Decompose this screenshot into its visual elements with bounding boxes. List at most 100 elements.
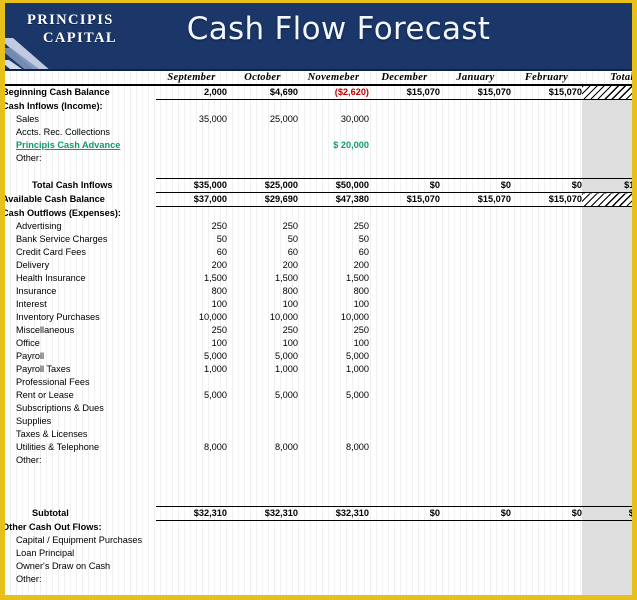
cell-other-cash-out-flows-total[interactable] [582,520,632,534]
cell-blank-september[interactable] [156,493,227,507]
cell-miscellaneous-september[interactable]: 250 [156,324,227,337]
cell-loan-principal-february[interactable] [511,547,582,560]
cell-insurance-january[interactable] [440,285,511,298]
cell-other-september[interactable] [156,454,227,467]
cell-payroll-january[interactable] [440,350,511,363]
cell-owner-s-draw-on-cash-september[interactable] [156,560,227,573]
cell-other-total[interactable] [582,454,632,467]
cell-blank-february[interactable] [511,467,582,480]
cell-supplies-december[interactable] [369,415,440,428]
cell-subscriptions-dues-october[interactable] [227,402,298,415]
cell-rent-or-lease-january[interactable] [440,389,511,402]
cell-cash-outflows-expenses-novemeber[interactable] [298,207,369,221]
cell-payroll-taxes-october[interactable]: 1,000 [227,363,298,376]
cell-supplies-novemeber[interactable] [298,415,369,428]
cell-blank-february[interactable] [511,586,582,595]
cell-other-cash-out-flows-december[interactable] [369,521,440,535]
cell-other-january[interactable] [440,454,511,467]
cell-total-cash-inflows-novemeber[interactable]: $50,000 [298,178,369,193]
cell-blank-september[interactable] [156,480,227,493]
cell-utilities-telephone-october[interactable]: 8,000 [227,441,298,454]
cell-inventory-purchases-novemeber[interactable]: 10,000 [298,311,369,324]
cell-owner-s-draw-on-cash-december[interactable] [369,560,440,573]
cell-office-december[interactable] [369,337,440,350]
cell-other-cash-out-flows-february[interactable] [511,521,582,535]
cell-other-novemeber[interactable] [298,454,369,467]
cell-capital-equipment-purchases-february[interactable] [511,534,582,547]
cell-cash-outflows-expenses-february[interactable] [511,207,582,221]
cell-delivery-february[interactable] [511,259,582,272]
cell-other-cash-out-flows-september[interactable] [156,521,227,535]
cell-other-cash-out-flows-january[interactable] [440,521,511,535]
cell-principis-cash-advance-september[interactable] [156,139,227,152]
cell-miscellaneous-total[interactable]: 750 [582,324,632,337]
cell-bank-service-charges-novemeber[interactable]: 50 [298,233,369,246]
cell-credit-card-fees-january[interactable] [440,246,511,259]
cell-capital-equipment-purchases-total[interactable]: 0 [582,534,632,547]
cell-blank-october[interactable] [227,586,298,595]
cell-blank-novemeber[interactable] [298,467,369,480]
cell-miscellaneous-novemeber[interactable]: 250 [298,324,369,337]
cell-available-cash-balance-september[interactable]: $37,000 [156,192,227,207]
cell-bank-service-charges-september[interactable]: 50 [156,233,227,246]
cell-cash-outflows-expenses-december[interactable] [369,207,440,221]
cell-delivery-october[interactable]: 200 [227,259,298,272]
cell-subtotal-january[interactable]: $0 [440,506,511,521]
cell-sales-january[interactable] [440,113,511,126]
cell-sales-december[interactable] [369,113,440,126]
cell-advertising-february[interactable] [511,220,582,233]
cell-blank-novemeber[interactable] [298,586,369,595]
cell-total-cash-inflows-september[interactable]: $35,000 [156,178,227,193]
cell-accts-rec-collections-february[interactable] [511,126,582,139]
cell-bank-service-charges-january[interactable] [440,233,511,246]
cell-other-february[interactable] [511,152,582,165]
cell-blank-december[interactable] [369,480,440,493]
cell-blank-december[interactable] [369,586,440,595]
cell-blank-october[interactable] [227,480,298,493]
cell-owner-s-draw-on-cash-october[interactable] [227,560,298,573]
cell-available-cash-balance-december[interactable]: $15,070 [369,192,440,207]
cell-available-cash-balance-total[interactable] [582,192,632,207]
cell-loan-principal-december[interactable] [369,547,440,560]
cell-advertising-novemeber[interactable]: 250 [298,220,369,233]
cell-office-october[interactable]: 100 [227,337,298,350]
cell-payroll-taxes-february[interactable] [511,363,582,376]
cell-accts-rec-collections-january[interactable] [440,126,511,139]
cell-blank-january[interactable] [440,467,511,480]
cell-total-cash-inflows-october[interactable]: $25,000 [227,178,298,193]
cell-principis-cash-advance-december[interactable] [369,139,440,152]
cell-office-september[interactable]: 100 [156,337,227,350]
cell-taxes-licenses-novemeber[interactable] [298,428,369,441]
cell-blank-total[interactable]: 0 [582,493,632,507]
cell-credit-card-fees-september[interactable]: 60 [156,246,227,259]
cell-rent-or-lease-october[interactable]: 5,000 [227,389,298,402]
cell-available-cash-balance-october[interactable]: $29,690 [227,192,298,207]
cell-miscellaneous-december[interactable] [369,324,440,337]
cell-blank-novemeber[interactable] [298,165,369,179]
cell-inventory-purchases-february[interactable] [511,311,582,324]
cell-blank-total[interactable]: 0 [582,165,632,179]
cell-inventory-purchases-total[interactable]: 30,000 [582,311,632,324]
cell-subtotal-february[interactable]: $0 [511,506,582,521]
cell-payroll-taxes-december[interactable] [369,363,440,376]
cell-accts-rec-collections-novemeber[interactable] [298,126,369,139]
cell-advertising-december[interactable] [369,220,440,233]
cell-beginning-cash-balance-total[interactable] [582,85,632,100]
cell-blank-february[interactable] [511,480,582,493]
cell-insurance-february[interactable] [511,285,582,298]
cell-credit-card-fees-novemeber[interactable]: 60 [298,246,369,259]
cell-loan-principal-total[interactable]: 0 [582,547,632,560]
cell-bank-service-charges-february[interactable] [511,233,582,246]
cell-miscellaneous-january[interactable] [440,324,511,337]
cell-interest-september[interactable]: 100 [156,298,227,311]
cell-delivery-december[interactable] [369,259,440,272]
cell-rent-or-lease-september[interactable]: 5,000 [156,389,227,402]
cell-principis-cash-advance-total[interactable]: 20,000 [582,139,632,152]
cell-cash-outflows-expenses-september[interactable] [156,207,227,221]
cell-taxes-licenses-december[interactable] [369,428,440,441]
cell-professional-fees-novemeber[interactable] [298,376,369,389]
cell-blank-january[interactable] [440,586,511,595]
cell-taxes-licenses-september[interactable] [156,428,227,441]
cell-interest-january[interactable] [440,298,511,311]
cell-sales-novemeber[interactable]: 30,000 [298,113,369,126]
